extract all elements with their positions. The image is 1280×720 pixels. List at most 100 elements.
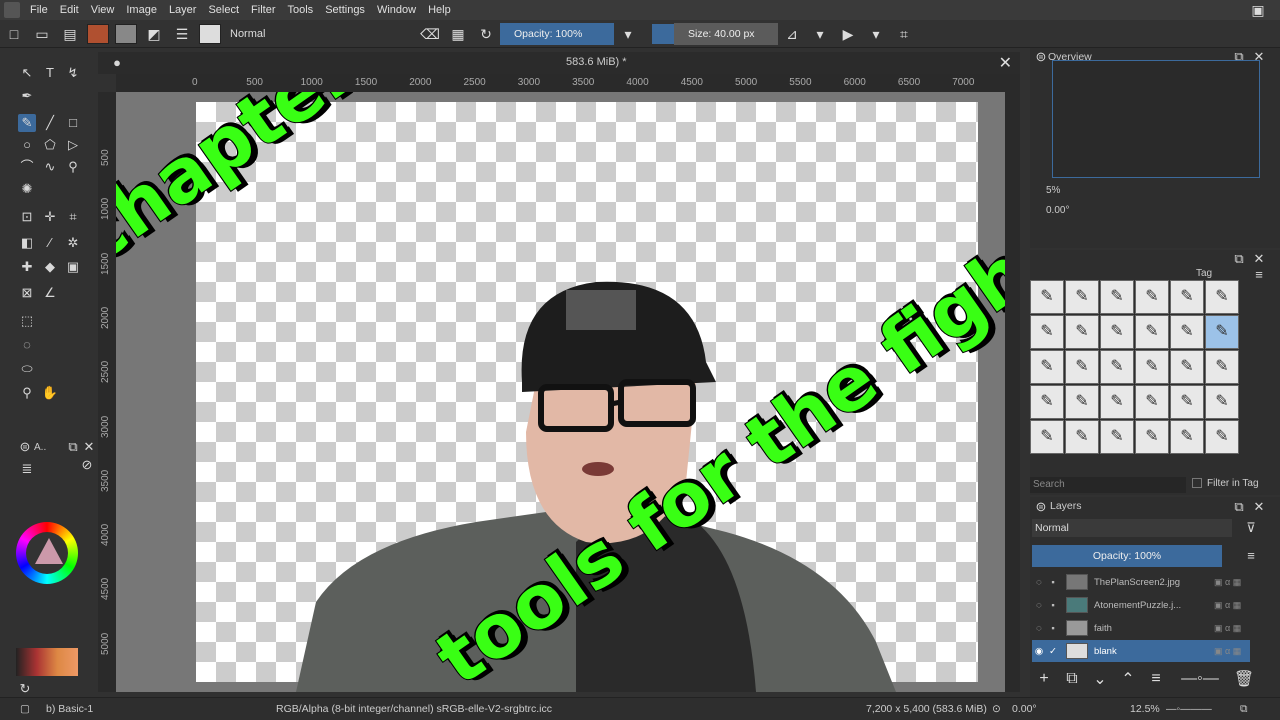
mirror-vertical-icon[interactable]: ▶	[838, 24, 858, 44]
new-document-icon[interactable]: □	[4, 24, 24, 44]
layer-row[interactable]: ◌ ▪ AtonementPuzzle.j... ▣ α ▦	[1032, 594, 1250, 616]
layer-lock-icons[interactable]: ▣ α ▦	[1214, 623, 1250, 634]
visibility-icon[interactable]: ◌	[1032, 623, 1046, 634]
brush-preset[interactable]: ✎	[1135, 280, 1169, 314]
crop-tool-icon[interactable]: ⌗	[64, 208, 82, 226]
overview-angle[interactable]: 0.00°	[1046, 205, 1069, 216]
chevron-down-icon[interactable]: ▾	[810, 24, 830, 44]
fullscreen-icon[interactable]: ⧉	[1240, 703, 1248, 716]
color-picker-icon[interactable]: ⁄	[41, 234, 59, 252]
reload-icon[interactable]: ↻	[476, 24, 496, 44]
edit-shapes-icon[interactable]: ↯	[64, 64, 82, 82]
overview-zoom[interactable]: 5%	[1046, 185, 1060, 196]
overview-thumbnail[interactable]	[1052, 60, 1260, 178]
move-down-icon[interactable]: ⌄	[1086, 669, 1114, 689]
menu-filter[interactable]: Filter	[245, 4, 281, 16]
menu-image[interactable]: Image	[120, 4, 163, 16]
freehand-brush-icon[interactable]: ✎	[18, 114, 36, 132]
brush-preset[interactable]: ✎	[1030, 315, 1064, 349]
layer-opacity-slider[interactable]: Opacity: 100%	[1032, 545, 1222, 567]
layer-properties-icon[interactable]: ≡	[1142, 670, 1170, 688]
layer-menu-icon[interactable]: ≡	[1242, 547, 1260, 565]
layer-select-checkbox[interactable]: ✓	[1046, 646, 1060, 657]
filter-in-tag-checkbox[interactable]	[1192, 478, 1202, 488]
eraser-icon[interactable]: ⌫	[420, 24, 440, 44]
brush-preset[interactable]: ✎	[1100, 350, 1134, 384]
layer-row[interactable]: ◌ ▪ ThePlanScreen2.jpg ▣ α ▦	[1032, 571, 1250, 593]
visibility-icon[interactable]: ◌	[1032, 577, 1046, 588]
zoom-icon[interactable]: ⚲	[18, 384, 36, 402]
brush-preset[interactable]: ✎	[1100, 315, 1134, 349]
zoom-slider[interactable]: —◦———	[1166, 703, 1212, 715]
brush-preset[interactable]: ✎	[1205, 420, 1239, 454]
fill-tool-icon[interactable]: ◆	[41, 258, 59, 276]
brush-preset[interactable]: ✎	[1030, 350, 1064, 384]
visibility-icon[interactable]: ◉	[1032, 646, 1046, 657]
freehand-path-icon[interactable]: ∿	[41, 158, 59, 176]
assistant-tool-icon[interactable]: ⊠	[18, 284, 36, 302]
brush-preset[interactable]: ✎	[1135, 385, 1169, 419]
brush-preset[interactable]: ✎	[1170, 385, 1204, 419]
enclose-fill-icon[interactable]: ▣	[64, 258, 82, 276]
brush-preset[interactable]: ✎	[1065, 350, 1099, 384]
brush-tag-select[interactable]: Tag	[1196, 268, 1212, 279]
zoom-status[interactable]: 12.5%	[1130, 703, 1160, 715]
brush-preset[interactable]: ✎	[1205, 385, 1239, 419]
brush-preset[interactable]: ✎	[1030, 280, 1064, 314]
measure-tool-icon[interactable]: ∠	[41, 284, 59, 302]
gradient-tool-icon[interactable]: ◧	[18, 234, 36, 252]
color-history-strip[interactable]	[16, 648, 78, 676]
menu-view[interactable]: View	[85, 4, 121, 16]
gradient-swatch[interactable]	[87, 23, 109, 44]
brush-preset[interactable]: ✎	[1170, 280, 1204, 314]
menu-layer[interactable]: Layer	[163, 4, 203, 16]
move-icon[interactable]: ✛	[41, 208, 59, 226]
pattern-swatch[interactable]	[115, 23, 137, 44]
opacity-slider[interactable]: Opacity: 100%	[500, 22, 614, 45]
menu-settings[interactable]: Settings	[319, 4, 371, 16]
freehand-select-icon[interactable]: ◌	[18, 336, 36, 354]
chevron-down-icon[interactable]: ▾	[618, 24, 638, 44]
menu-edit[interactable]: Edit	[54, 4, 85, 16]
layer-lock-icons[interactable]: ▣ α ▦	[1214, 646, 1250, 657]
brush-preset-swatch[interactable]	[199, 23, 221, 44]
text-tool-icon[interactable]: T	[41, 64, 59, 82]
line-tool-icon[interactable]: ╱	[41, 114, 59, 132]
size-slider[interactable]: Size: 40.00 px	[674, 22, 778, 45]
brush-preset[interactable]: ✎	[1135, 350, 1169, 384]
window-layout-icon[interactable]: ▣	[1248, 0, 1268, 20]
ellipse-tool-icon[interactable]: ○	[18, 136, 36, 154]
colorize-mask-icon[interactable]: ✲	[64, 234, 82, 252]
layer-lock-icons[interactable]: ▣ α ▦	[1214, 600, 1250, 611]
polyline-tool-icon[interactable]: ▷	[64, 136, 82, 154]
mirror-horizontal-icon[interactable]: ⊿	[782, 24, 802, 44]
brush-preset[interactable]: ✎	[1205, 350, 1239, 384]
rectangle-tool-icon[interactable]: □	[64, 114, 82, 132]
rotation-status[interactable]: 0.00°	[1012, 703, 1037, 715]
transform-icon[interactable]: ⊡	[18, 208, 36, 226]
select-shapes-icon[interactable]: ↖	[18, 64, 36, 82]
add-layer-icon[interactable]: +	[1030, 670, 1058, 688]
move-up-icon[interactable]: ⌃	[1114, 669, 1142, 689]
docker-float-icon[interactable]: ⧉	[1230, 250, 1248, 268]
delete-layer-icon[interactable]: 🗑	[1230, 669, 1258, 689]
thumbnail-size-slider[interactable]: —◦—	[1170, 670, 1230, 688]
rotate-icon[interactable]: ⊙	[992, 703, 1001, 715]
brush-preset[interactable]: ✎	[1065, 280, 1099, 314]
close-icon[interactable]: ✕	[1250, 498, 1268, 516]
dynamic-brush-icon[interactable]: ⚲	[64, 158, 82, 176]
canvas-area[interactable]: chapter four tools for the fight	[116, 92, 1020, 692]
layer-row[interactable]: ◌ ▪ faith ▣ α ▦	[1032, 617, 1250, 639]
settings-icon[interactable]: ≣	[18, 460, 36, 478]
document-tab-title[interactable]: 583.6 MiB) *	[566, 56, 627, 68]
brush-preset[interactable]: ✎	[1030, 385, 1064, 419]
contiguous-select-icon[interactable]: ⬭	[18, 360, 36, 378]
vertical-scrollbar[interactable]	[1005, 92, 1020, 692]
menu-select[interactable]: Select	[202, 4, 245, 16]
fg-bg-color-icon[interactable]: ◩	[144, 24, 164, 44]
polygon-tool-icon[interactable]: ⬠	[41, 136, 59, 154]
menu-file[interactable]: File	[24, 4, 54, 16]
brush-preset-status-icon[interactable]: ▢	[20, 703, 30, 715]
calligraphy-icon[interactable]: ✒	[18, 87, 36, 105]
visibility-icon[interactable]: ◌	[1032, 600, 1046, 611]
